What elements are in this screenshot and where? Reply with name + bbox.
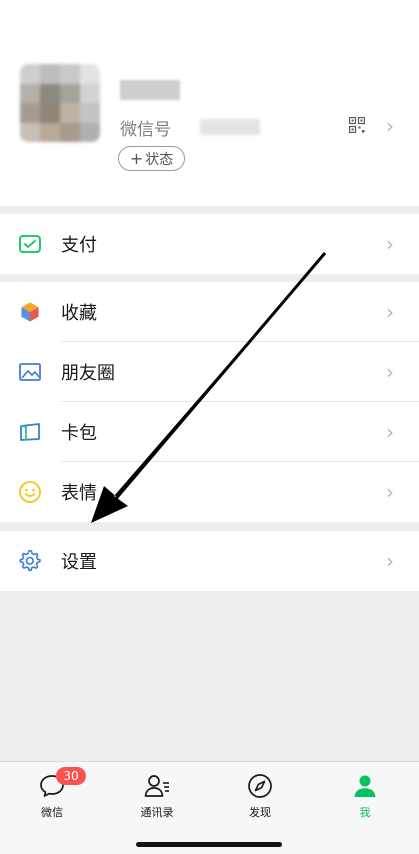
- chevron-right-icon: ›: [386, 300, 394, 324]
- tab-label: 通讯录: [140, 806, 174, 819]
- menu-item-label: 卡包: [61, 423, 97, 444]
- tab-bar: 30 微信 通讯录 发现 我: [0, 761, 419, 854]
- settings-group: 设置 ›: [0, 531, 419, 591]
- person-icon: [354, 775, 376, 797]
- card-icon: [20, 423, 40, 441]
- gear-icon: [19, 549, 41, 572]
- plus-icon: +: [129, 149, 144, 168]
- tab-chats[interactable]: 30 微信: [22, 767, 86, 820]
- chevron-right-icon: ›: [386, 232, 394, 256]
- qr-code-icon[interactable]: [349, 117, 365, 133]
- photo-icon: [19, 363, 41, 381]
- wechat-id-blurred: [200, 119, 260, 135]
- features-group: 收藏 › 朋友圈 › 卡包 › 表情 ›: [0, 282, 419, 522]
- smiley-icon: [19, 481, 41, 503]
- menu-item-label: 收藏: [61, 303, 97, 324]
- profile-header[interactable]: 微信号 › + 状态: [0, 0, 419, 206]
- chevron-right-icon: ›: [386, 480, 394, 504]
- tab-me[interactable]: 我: [335, 772, 395, 820]
- nickname-blurred: [120, 80, 180, 100]
- menu-item-label: 朋友圈: [61, 363, 115, 384]
- menu-item-stickers[interactable]: 表情 ›: [0, 462, 419, 522]
- menu-item-settings[interactable]: 设置 ›: [0, 531, 419, 591]
- menu-item-cards[interactable]: 卡包 ›: [0, 402, 419, 462]
- tab-label: 发现: [249, 806, 271, 819]
- wechat-id-label: 微信号: [120, 120, 171, 140]
- add-status-button[interactable]: + 状态: [118, 146, 185, 171]
- cube-icon: [20, 301, 40, 323]
- menu-item-pay[interactable]: 支付 ›: [0, 214, 419, 274]
- pay-group: 支付 ›: [0, 214, 419, 274]
- avatar[interactable]: [20, 64, 100, 142]
- tab-discover[interactable]: 发现: [230, 772, 290, 820]
- chevron-right-icon: ›: [386, 549, 394, 573]
- contacts-icon: [144, 775, 169, 797]
- compass-icon: [248, 774, 272, 798]
- tab-contacts[interactable]: 通讯录: [127, 772, 187, 820]
- menu-item-label: 设置: [61, 552, 97, 573]
- chevron-right-icon: ›: [386, 420, 394, 444]
- home-indicator[interactable]: [136, 842, 282, 847]
- menu-item-label: 支付: [61, 235, 97, 256]
- wallet-icon: [19, 235, 41, 253]
- menu-item-label: 表情: [61, 483, 97, 504]
- unread-badge: 30: [56, 767, 86, 785]
- status-label: 状态: [145, 151, 174, 168]
- menu-item-favorites[interactable]: 收藏 ›: [0, 282, 419, 342]
- menu-item-moments[interactable]: 朋友圈 ›: [0, 342, 419, 402]
- tab-label: 微信: [41, 806, 63, 819]
- tab-label: 我: [359, 806, 371, 819]
- chevron-right-icon: ›: [386, 360, 394, 384]
- chevron-right-icon[interactable]: ›: [386, 114, 394, 138]
